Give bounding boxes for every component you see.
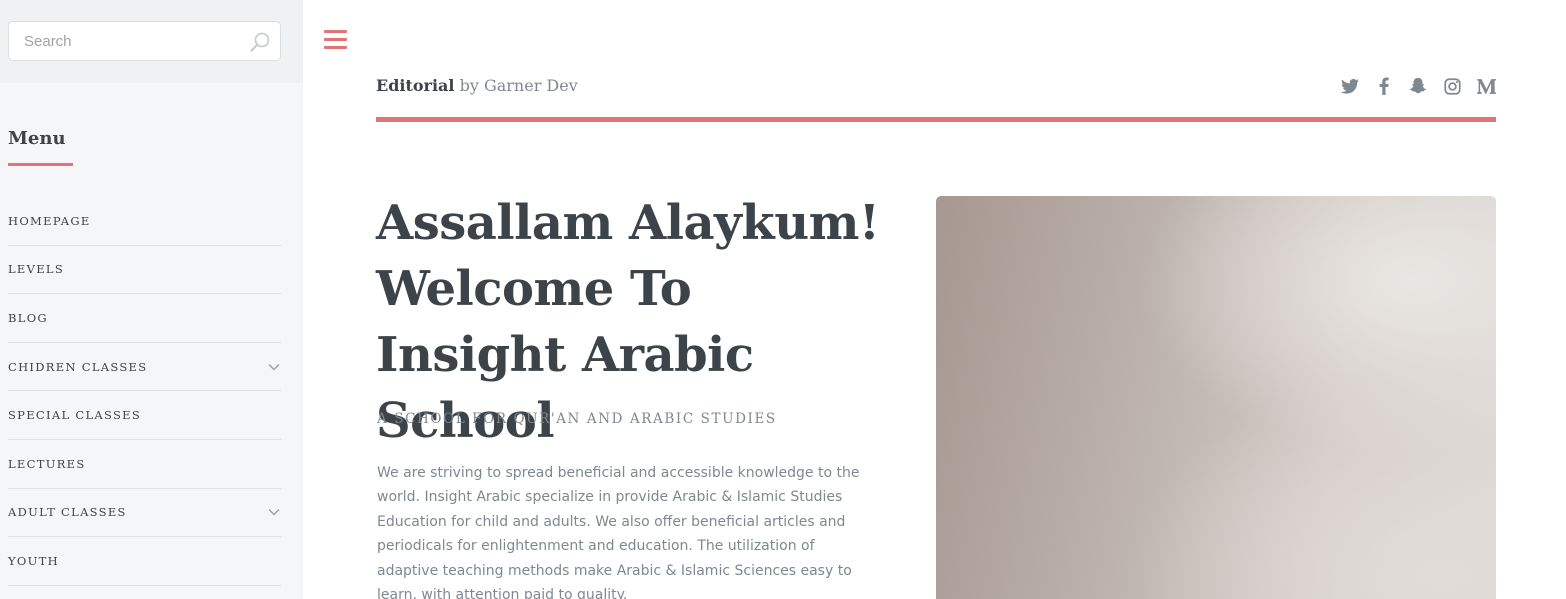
- sidebar: Menu HOMEPAGE LEVELS BLOG CHIDREN CLASSE…: [0, 0, 303, 599]
- social-icons: [1340, 76, 1496, 96]
- medium-icon[interactable]: [1476, 76, 1496, 96]
- search-input[interactable]: [9, 22, 280, 60]
- chevron-down-icon[interactable]: [268, 363, 280, 371]
- sidebar-item-label: ADULT CLASSES: [8, 505, 127, 520]
- hero-subtitle: A SCHOOL FOR QUR'AN AND ARABIC STUDIES: [377, 411, 777, 427]
- brand-byline: by Garner Dev: [459, 76, 578, 95]
- sidebar-item-label: LECTURES: [8, 456, 86, 471]
- snapchat-icon[interactable]: [1408, 76, 1428, 96]
- search-icon[interactable]: [249, 31, 271, 53]
- sidebar-item-children-classes[interactable]: CHIDREN CLASSES: [8, 343, 281, 392]
- brand-name: Editorial: [376, 76, 455, 95]
- hero-description: We are striving to spread beneficial and…: [377, 465, 860, 599]
- sidebar-item-label: SPECIAL CLASSES: [8, 408, 142, 423]
- facebook-icon[interactable]: [1374, 76, 1394, 96]
- sidebar-item-adult-classes[interactable]: ADULT CLASSES: [8, 489, 281, 538]
- search-section: [0, 0, 303, 83]
- menu-toggle-icon[interactable]: [324, 30, 347, 50]
- sidebar-item-label: BLOG: [8, 310, 48, 325]
- sidebar-item-youth[interactable]: YOUTH: [8, 537, 281, 586]
- twitter-icon[interactable]: [1340, 76, 1360, 96]
- hero-image: [936, 196, 1496, 599]
- sidebar-item-special-classes[interactable]: SPECIAL CLASSES: [8, 391, 281, 440]
- sidebar-item-label: YOUTH: [8, 553, 59, 568]
- sidebar-item-label: CHIDREN CLASSES: [8, 359, 148, 374]
- sidebar-item-homepage[interactable]: HOMEPAGE: [8, 197, 281, 246]
- chevron-down-icon[interactable]: [268, 508, 280, 516]
- instagram-icon[interactable]: [1442, 76, 1462, 96]
- search-box: [8, 21, 281, 61]
- header-divider: [376, 117, 1496, 122]
- site-brand[interactable]: Editorial by Garner Dev: [376, 76, 578, 95]
- sidebar-item-label: HOMEPAGE: [8, 213, 91, 228]
- sidebar-item-label: LEVELS: [8, 262, 65, 277]
- sidebar-item-lectures[interactable]: LECTURES: [8, 440, 281, 489]
- menu-heading: Menu: [8, 128, 66, 149]
- sidebar-item-levels[interactable]: LEVELS: [8, 246, 281, 295]
- menu-heading-underline: [8, 163, 73, 166]
- sidebar-item-blog[interactable]: BLOG: [8, 294, 281, 343]
- sidebar-menu: HOMEPAGE LEVELS BLOG CHIDREN CLASSES SPE…: [8, 197, 281, 586]
